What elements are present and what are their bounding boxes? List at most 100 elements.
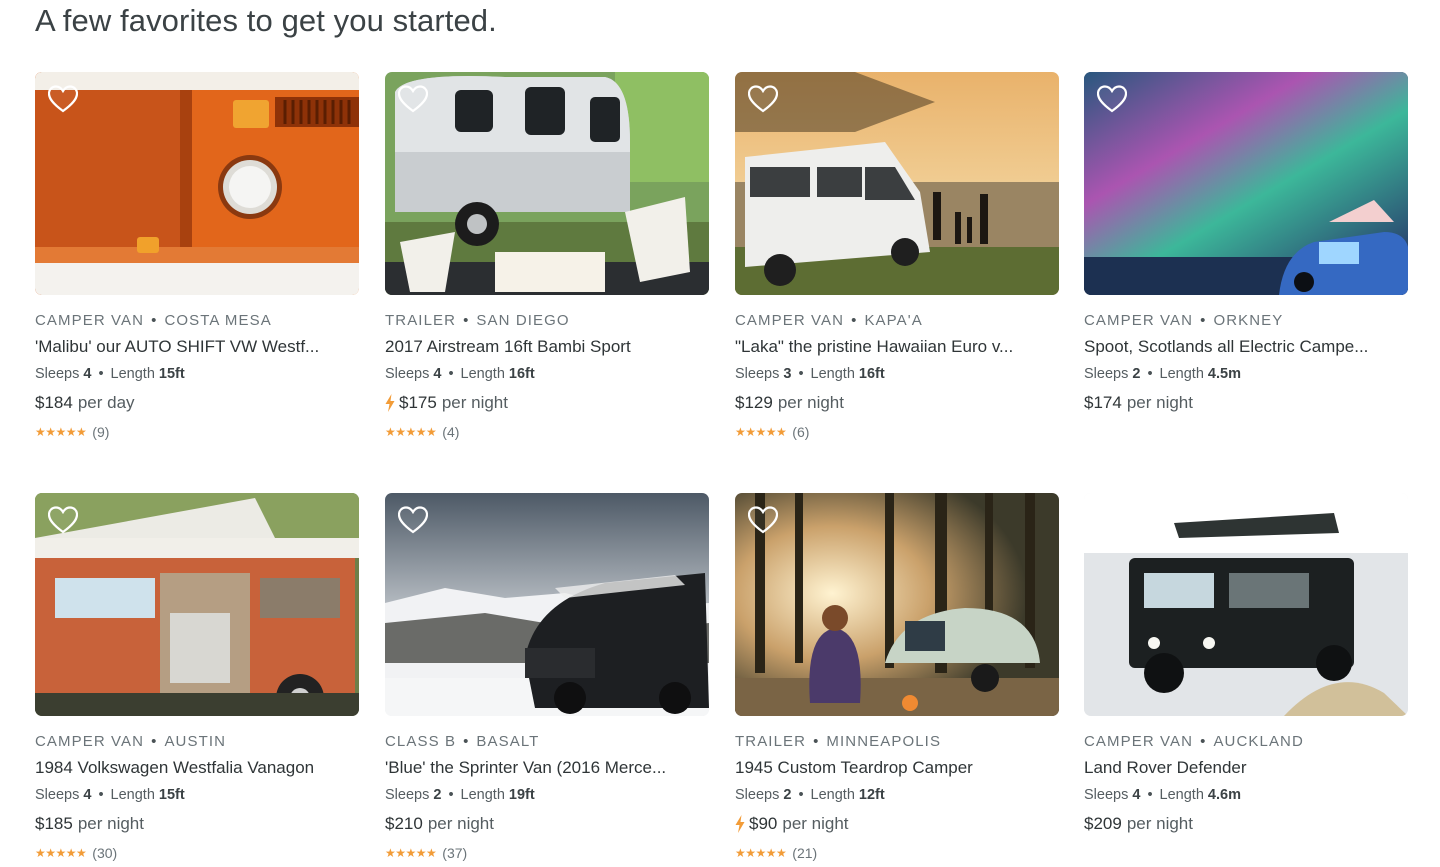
price-amount: $185 xyxy=(35,814,73,833)
listing-meta: TRAILER • MINNEAPOLIS xyxy=(735,733,1059,751)
listing-photo[interactable] xyxy=(385,493,709,716)
favorite-heart-icon[interactable] xyxy=(1097,85,1127,113)
listing-title[interactable]: 1984 Volkswagen Westfalia Vanagon xyxy=(35,757,355,779)
length-value: 12ft xyxy=(858,787,885,803)
vehicle-type: CAMPER VAN xyxy=(35,733,145,750)
listing-specs: Sleeps 2 • Length 19ft xyxy=(385,786,709,804)
sleeps-label: Sleeps xyxy=(385,366,430,382)
listing-photo[interactable] xyxy=(1084,72,1408,295)
length-value: 4.5m xyxy=(1207,366,1241,382)
listing-specs: Sleeps 2 • Length 12ft xyxy=(735,786,1059,804)
sleeps-value: 4 xyxy=(1132,787,1141,803)
separator-dot: • xyxy=(151,312,158,329)
price-amount: $210 xyxy=(385,814,423,833)
listing-location: SAN DIEGO xyxy=(476,312,570,329)
listing-price: $129 per night xyxy=(735,392,1059,414)
favorite-heart-icon[interactable] xyxy=(48,85,78,113)
listing-image xyxy=(1084,72,1408,295)
listing-price: $174 per night xyxy=(1084,392,1408,414)
listing-rating: ★★★★★ (6) xyxy=(735,424,1059,440)
listing-meta: TRAILER • SAN DIEGO xyxy=(385,312,709,330)
listing-photo[interactable] xyxy=(385,72,709,295)
listing-card[interactable]: CAMPER VAN • AUCKLAND Land Rover Defender … xyxy=(1084,493,1408,835)
listing-price: $184 per day xyxy=(35,392,359,414)
separator-dot: • xyxy=(448,787,454,803)
length-value: 4.6m xyxy=(1207,787,1241,803)
favorite-heart-icon[interactable] xyxy=(48,506,78,534)
listing-title[interactable]: 'Malibu' our AUTO SHIFT VW Westf... xyxy=(35,336,355,358)
listing-title[interactable]: "Laka" the pristine Hawaiian Euro v... xyxy=(735,336,1055,358)
listing-location: MINNEAPOLIS xyxy=(826,733,942,750)
instant-book-bolt-icon xyxy=(385,394,399,412)
listing-specs: Sleeps 4 • Length 15ft xyxy=(35,365,359,383)
listing-title[interactable]: Spoot, Scotlands all Electric Campe... xyxy=(1084,336,1404,358)
listing-card[interactable]: CAMPER VAN • COSTA MESA 'Malibu' our AUTO … xyxy=(35,72,359,440)
listing-title[interactable]: 2017 Airstream 16ft Bambi Sport xyxy=(385,336,705,358)
separator-dot: • xyxy=(463,733,470,750)
sleeps-label: Sleeps xyxy=(735,787,780,803)
listing-photo[interactable] xyxy=(35,72,359,295)
listing-specs: Sleeps 3 • Length 16ft xyxy=(735,365,1059,383)
price-amount: $129 xyxy=(735,393,773,412)
listing-card[interactable]: CAMPER VAN • ORKNEY Spoot, Scotlands all E… xyxy=(1084,72,1408,414)
listing-image xyxy=(385,72,709,295)
price-unit: per day xyxy=(77,393,135,412)
listing-meta: CAMPER VAN • AUCKLAND xyxy=(1084,733,1408,751)
listing-photo[interactable] xyxy=(735,72,1059,295)
listing-photo[interactable] xyxy=(35,493,359,716)
separator-dot: • xyxy=(98,366,104,382)
sleeps-value: 4 xyxy=(433,366,442,382)
length-label: Length xyxy=(810,366,855,382)
favorite-heart-icon[interactable] xyxy=(748,85,778,113)
favorite-heart-icon[interactable] xyxy=(1097,506,1127,534)
listing-photo[interactable] xyxy=(735,493,1059,716)
listing-card[interactable]: CAMPER VAN • KAPA'A "Laka" the pristine Ha… xyxy=(735,72,1059,440)
favorite-heart-icon[interactable] xyxy=(398,85,428,113)
length-value: 15ft xyxy=(158,366,185,382)
sleeps-label: Sleeps xyxy=(35,787,80,803)
sleeps-value: 3 xyxy=(783,366,792,382)
separator-dot: • xyxy=(1200,733,1207,750)
listing-card[interactable]: CLASS B • BASALT 'Blue' the Sprinter Van (… xyxy=(385,493,709,861)
review-count: (37) xyxy=(442,845,468,861)
price-unit: per night xyxy=(77,814,144,833)
separator-dot: • xyxy=(798,787,804,803)
listing-price: $185 per night xyxy=(35,813,359,835)
listing-meta: CAMPER VAN • KAPA'A xyxy=(735,312,1059,330)
favorite-heart-icon[interactable] xyxy=(398,506,428,534)
sleeps-value: 2 xyxy=(433,787,442,803)
price-unit: per night xyxy=(1126,393,1193,412)
listing-card[interactable]: TRAILER • MINNEAPOLIS 1945 Custom Teardrop… xyxy=(735,493,1059,861)
favorite-heart-icon[interactable] xyxy=(748,506,778,534)
listing-meta: CAMPER VAN • AUSTIN xyxy=(35,733,359,751)
listing-meta: CAMPER VAN • COSTA MESA xyxy=(35,312,359,330)
separator-dot: • xyxy=(1147,787,1153,803)
listing-title[interactable]: 'Blue' the Sprinter Van (2016 Merce... xyxy=(385,757,705,779)
separator-dot: • xyxy=(1200,312,1207,329)
listing-location: ORKNEY xyxy=(1213,312,1284,329)
listing-rating: ★★★★★ (30) xyxy=(35,845,359,861)
listing-location: BASALT xyxy=(476,733,540,750)
listing-card[interactable]: TRAILER • SAN DIEGO 2017 Airstream 16ft Ba… xyxy=(385,72,709,440)
listing-card[interactable]: CAMPER VAN • AUSTIN 1984 Volkswagen Westfa… xyxy=(35,493,359,861)
listing-photo[interactable] xyxy=(1084,493,1408,716)
vehicle-type: CAMPER VAN xyxy=(1084,733,1194,750)
listing-rating: ★★★★★ (9) xyxy=(35,424,359,440)
listing-title[interactable]: 1945 Custom Teardrop Camper xyxy=(735,757,1055,779)
separator-dot: • xyxy=(463,312,470,329)
separator-dot: • xyxy=(813,733,820,750)
listing-specs: Sleeps 4 • Length 16ft xyxy=(385,365,709,383)
review-count: (21) xyxy=(792,845,818,861)
length-value: 15ft xyxy=(158,787,185,803)
vehicle-type: TRAILER xyxy=(385,312,457,329)
price-unit: per night xyxy=(427,814,494,833)
listing-image xyxy=(35,72,359,295)
star-rating-icon: ★★★★★ xyxy=(385,846,437,860)
length-value: 19ft xyxy=(508,787,535,803)
sleeps-label: Sleeps xyxy=(385,787,430,803)
listing-title[interactable]: Land Rover Defender xyxy=(1084,757,1404,779)
vehicle-type: CAMPER VAN xyxy=(35,312,145,329)
listing-image xyxy=(735,493,1059,716)
listing-price: $90 per night xyxy=(735,813,1059,835)
vehicle-type: TRAILER xyxy=(735,733,807,750)
